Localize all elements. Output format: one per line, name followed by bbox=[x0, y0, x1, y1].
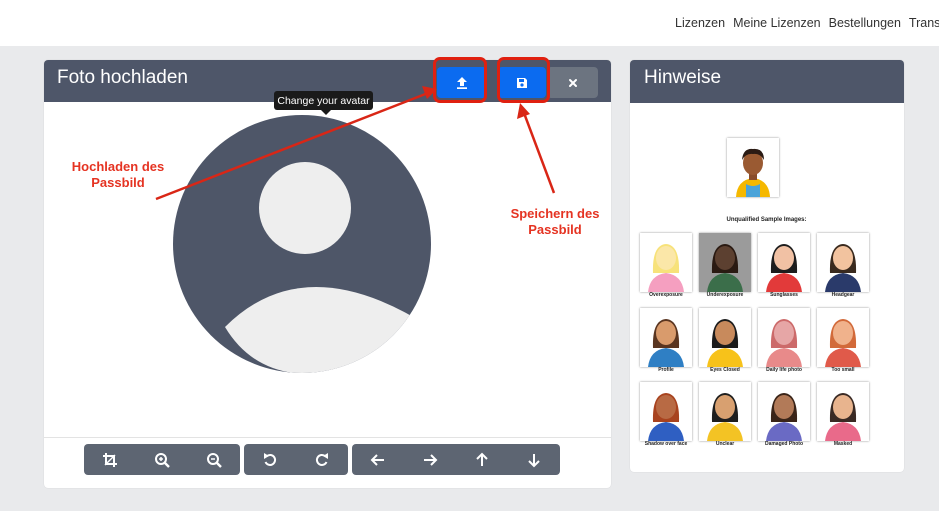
sample-label: Headgear bbox=[831, 292, 855, 298]
person-illustration-icon bbox=[758, 382, 810, 441]
move-down-button[interactable] bbox=[508, 444, 560, 475]
person-illustration-icon bbox=[640, 233, 692, 292]
move-right-icon bbox=[424, 453, 438, 466]
toolbar-group-move bbox=[352, 444, 560, 475]
sample-image bbox=[758, 233, 810, 292]
zoom-out-icon bbox=[207, 452, 222, 468]
rotate-right-button[interactable] bbox=[296, 444, 348, 475]
person-illustration-icon bbox=[758, 233, 810, 292]
arrow-to-save bbox=[522, 112, 556, 194]
person-illustration-icon bbox=[699, 233, 751, 292]
move-right-button[interactable] bbox=[404, 444, 456, 475]
sample-image bbox=[817, 382, 869, 441]
sample-label: Sunglasses bbox=[770, 292, 798, 298]
sample-image bbox=[758, 382, 810, 441]
image-toolbar bbox=[84, 444, 564, 475]
person-illustration-icon bbox=[699, 382, 751, 441]
sample-label: Shadow over face bbox=[644, 441, 688, 447]
person-illustration-icon bbox=[817, 382, 869, 441]
rotate-right-icon bbox=[315, 452, 328, 466]
move-left-button[interactable] bbox=[352, 444, 404, 475]
sample-label: Too small bbox=[831, 367, 855, 373]
sample-label: Masked bbox=[833, 441, 853, 447]
hints-title: Hinweise bbox=[644, 67, 722, 88]
sample-label: Eyes Closed bbox=[710, 367, 740, 373]
move-up-icon bbox=[476, 452, 488, 466]
sample-image bbox=[758, 308, 810, 367]
rotate-left-icon bbox=[264, 452, 277, 466]
sample-label: Daily life photo bbox=[766, 367, 802, 373]
person-illustration-icon bbox=[817, 308, 869, 367]
sample-caption: Unqualified Sample Images: bbox=[726, 217, 807, 223]
sample-image bbox=[699, 233, 751, 292]
move-up-button[interactable] bbox=[456, 444, 508, 475]
move-left-icon bbox=[370, 453, 384, 466]
person-illustration-icon bbox=[640, 382, 692, 441]
sample-image bbox=[640, 233, 692, 292]
sample-image bbox=[699, 308, 751, 367]
sample-image bbox=[640, 308, 692, 367]
move-down-icon bbox=[528, 453, 540, 467]
person-illustration-icon bbox=[640, 308, 692, 367]
person-illustration-icon bbox=[699, 308, 751, 367]
sample-label: Overexposure bbox=[649, 292, 683, 298]
person-illustration-icon bbox=[817, 233, 869, 292]
sample-label: Underexposure bbox=[706, 292, 744, 298]
rotate-left-button[interactable] bbox=[244, 444, 296, 475]
zoom-in-icon bbox=[155, 452, 170, 468]
sample-label: Unclear bbox=[715, 441, 735, 447]
sample-label: Damaged Photo bbox=[764, 441, 804, 447]
person-illustration-icon bbox=[758, 308, 810, 367]
reference-photo bbox=[727, 138, 779, 197]
person-avatar-icon bbox=[727, 138, 779, 197]
sample-image bbox=[817, 233, 869, 292]
arrow-to-upload bbox=[155, 91, 429, 201]
crop-button[interactable] bbox=[84, 444, 136, 475]
sample-image bbox=[817, 308, 869, 367]
crop-icon bbox=[103, 452, 117, 467]
toolbar-group-rotate bbox=[244, 444, 348, 475]
sample-image bbox=[640, 382, 692, 441]
arrow-head-save bbox=[517, 103, 530, 119]
sample-image bbox=[699, 382, 751, 441]
zoom-out-button[interactable] bbox=[188, 444, 240, 475]
zoom-in-button[interactable] bbox=[136, 444, 188, 475]
sample-label: Profile bbox=[658, 367, 674, 373]
toolbar-group-crop-zoom bbox=[84, 444, 240, 475]
arrow-head-upload bbox=[422, 86, 437, 99]
